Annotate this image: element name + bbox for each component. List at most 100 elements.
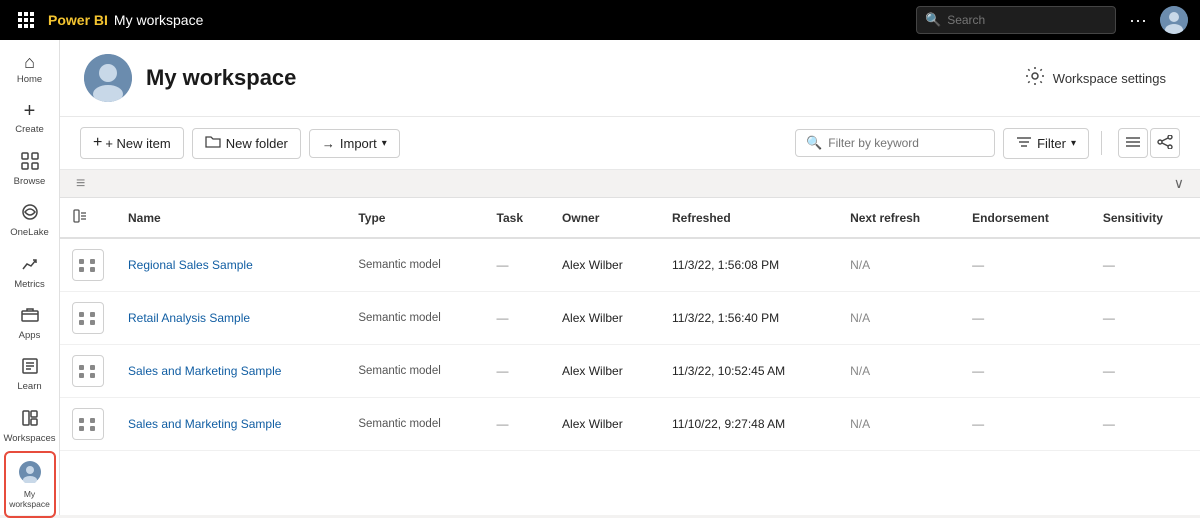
- sidebar-item-apps[interactable]: Apps: [4, 298, 56, 347]
- row-name[interactable]: Sales and Marketing Sample: [116, 398, 346, 451]
- sidebar-item-browse[interactable]: Browse: [4, 144, 56, 193]
- row-next-refresh: N/A: [838, 292, 960, 345]
- keyword-filter-box[interactable]: 🔍: [795, 129, 995, 157]
- gear-icon: [1025, 66, 1045, 91]
- apps-icon: [21, 306, 39, 327]
- topbar-search-box[interactable]: 🔍: [916, 6, 1116, 34]
- row-type: Semantic model: [346, 398, 484, 451]
- dots-grid-icon: [79, 259, 97, 272]
- workspaces-icon: [21, 409, 39, 430]
- dots-grid-icon: [79, 365, 97, 378]
- import-label: Import: [340, 136, 377, 151]
- sidebar: ⌂ Home + Create Browse: [0, 40, 60, 515]
- col-next-refresh-header: Next refresh: [838, 198, 960, 238]
- row-name[interactable]: Regional Sales Sample: [116, 238, 346, 292]
- filter-label: Filter: [1037, 136, 1066, 151]
- sidebar-item-myworkspace[interactable]: Myworkspace: [4, 451, 56, 517]
- list-view-icon: [1125, 135, 1141, 152]
- keyword-search-icon: 🔍: [806, 135, 822, 151]
- dots-grid-icon: [79, 418, 97, 431]
- waffle-menu[interactable]: [12, 6, 40, 34]
- row-endorsement: —: [960, 292, 1091, 345]
- dots-grid-icon: [79, 312, 97, 325]
- sidebar-item-label: OneLake: [10, 227, 49, 238]
- search-input[interactable]: [947, 13, 1107, 27]
- browse-icon: [21, 152, 39, 173]
- chevron-down-icon: ▾: [382, 138, 387, 149]
- col-sensitivity-header: Sensitivity: [1091, 198, 1200, 238]
- brand-name: Power BI: [48, 12, 108, 28]
- sidebar-item-label: Browse: [14, 176, 46, 187]
- filter-chevron-icon: ▾: [1071, 138, 1076, 149]
- row-task: —: [485, 238, 551, 292]
- row-icon: [72, 408, 104, 440]
- row-icon-cell: [60, 292, 116, 345]
- row-sensitivity: —: [1091, 292, 1200, 345]
- new-item-label: + New item: [105, 136, 170, 151]
- row-owner: Alex Wilber: [550, 345, 660, 398]
- sidebar-item-workspaces[interactable]: Workspaces: [4, 401, 56, 450]
- row-type: Semantic model: [346, 345, 484, 398]
- new-item-button[interactable]: + + New item: [80, 127, 184, 159]
- share-view-icon: [1157, 135, 1173, 152]
- row-task: —: [485, 292, 551, 345]
- toolbar: + + New item New folder → Import ▾ 🔍: [60, 117, 1200, 170]
- collapse-handle: ≡: [76, 175, 85, 193]
- topbar: Power BI My workspace 🔍 ···: [0, 0, 1200, 40]
- row-sensitivity: —: [1091, 345, 1200, 398]
- share-view-button[interactable]: [1150, 128, 1180, 158]
- workspace-settings-button[interactable]: Workspace settings: [1015, 60, 1176, 97]
- avatar[interactable]: [1160, 6, 1188, 34]
- search-icon: 🔍: [925, 12, 941, 28]
- row-name[interactable]: Sales and Marketing Sample: [116, 345, 346, 398]
- table-row: Regional Sales Sample Semantic model — A…: [60, 238, 1200, 292]
- brand-logo: Power BI My workspace: [48, 12, 203, 28]
- filter-button[interactable]: Filter ▾: [1003, 128, 1089, 159]
- col-owner-header: Owner: [550, 198, 660, 238]
- sidebar-item-label: Metrics: [14, 279, 45, 290]
- filter-icon: [1016, 135, 1032, 152]
- row-endorsement: —: [960, 345, 1091, 398]
- row-next-refresh: N/A: [838, 345, 960, 398]
- keyword-filter-input[interactable]: [828, 136, 968, 150]
- sidebar-item-label: Workspaces: [3, 433, 55, 444]
- row-icon-cell: [60, 398, 116, 451]
- sidebar-item-label: Create: [15, 124, 44, 135]
- table-row: Retail Analysis Sample Semantic model — …: [60, 292, 1200, 345]
- row-refreshed: 11/3/22, 1:56:40 PM: [660, 292, 838, 345]
- row-type: Semantic model: [346, 292, 484, 345]
- sidebar-item-create[interactable]: + Create: [4, 93, 56, 141]
- workspace-avatar: [84, 54, 132, 102]
- row-refreshed: 11/3/22, 10:52:45 AM: [660, 345, 838, 398]
- row-endorsement: —: [960, 398, 1091, 451]
- list-view-button[interactable]: [1118, 128, 1148, 158]
- more-options-button[interactable]: ···: [1124, 6, 1152, 34]
- sidebar-item-label: Learn: [17, 381, 41, 392]
- row-icon-cell: [60, 238, 116, 292]
- new-item-icon: +: [93, 134, 102, 152]
- sidebar-item-label: Home: [17, 74, 42, 85]
- row-owner: Alex Wilber: [550, 238, 660, 292]
- main-layout: ⌂ Home + Create Browse: [0, 40, 1200, 515]
- view-toggle: [1118, 128, 1180, 158]
- workspace-header: My workspace Workspace settings: [60, 40, 1200, 117]
- content-area: My workspace Workspace settings + + New …: [60, 40, 1200, 515]
- sidebar-item-learn[interactable]: Learn: [4, 349, 56, 398]
- row-task: —: [485, 398, 551, 451]
- topbar-workspace-name: My workspace: [114, 12, 203, 28]
- row-name[interactable]: Retail Analysis Sample: [116, 292, 346, 345]
- create-icon: +: [24, 101, 36, 121]
- row-next-refresh: N/A: [838, 398, 960, 451]
- row-sensitivity: —: [1091, 398, 1200, 451]
- collapse-chevron-icon[interactable]: ∨: [1174, 175, 1184, 192]
- sidebar-item-onelake[interactable]: OneLake: [4, 195, 56, 244]
- import-button[interactable]: → Import ▾: [309, 129, 400, 158]
- new-folder-label: New folder: [226, 136, 288, 151]
- col-endorsement-header: Endorsement: [960, 198, 1091, 238]
- new-folder-button[interactable]: New folder: [192, 128, 301, 159]
- sidebar-item-metrics[interactable]: Metrics: [4, 247, 56, 296]
- sidebar-item-home[interactable]: ⌂ Home: [4, 45, 56, 91]
- col-refreshed-header: Refreshed: [660, 198, 838, 238]
- row-icon-cell: [60, 345, 116, 398]
- row-endorsement: —: [960, 238, 1091, 292]
